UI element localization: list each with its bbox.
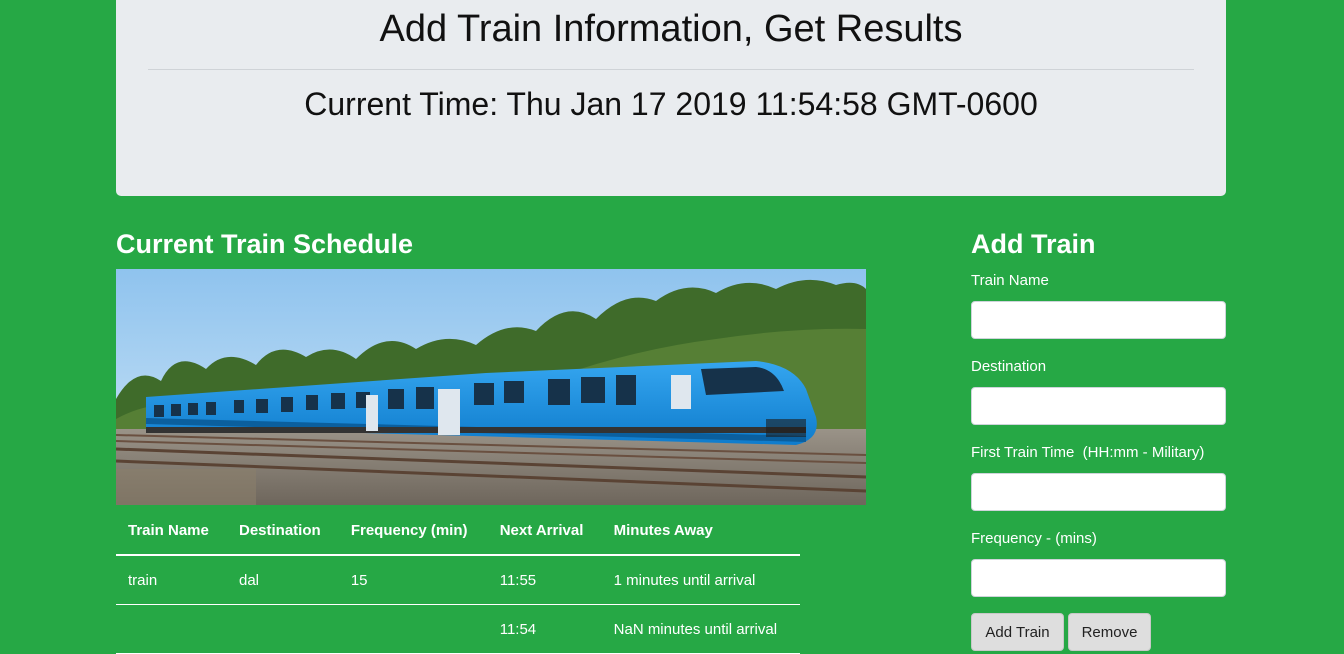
frequency-input[interactable]	[971, 559, 1226, 597]
destination-input[interactable]	[971, 387, 1226, 425]
destination-label: Destination	[971, 358, 1047, 375]
cell-next-arrival: 11:54	[487, 604, 602, 654]
cell-destination	[226, 604, 339, 654]
schedule-title: Current Train Schedule	[116, 229, 414, 259]
frequency-label: Frequency - (mins)	[971, 530, 1097, 547]
cell-frequency: 15	[338, 555, 488, 605]
column-header-frequency: Frequency (min)	[338, 506, 488, 556]
current-time: Current Time: Thu Jan 17 2019 11:54:58 G…	[304, 86, 1038, 122]
train-name-input[interactable]	[971, 301, 1226, 339]
schedule-table: Train Name Destination Frequency (min) N…	[116, 506, 800, 654]
cell-frequency	[338, 604, 488, 654]
column-header-train-name: Train Name	[116, 506, 227, 556]
first-train-time-label: First Train Time (HH:mm - Military)	[971, 444, 1205, 461]
cell-train-name	[116, 604, 227, 654]
cell-destination: dal	[226, 555, 339, 605]
header-jumbotron: Add Train Information, Get Results Curre…	[116, 0, 1226, 196]
train-name-label: Train Name	[971, 272, 1049, 289]
cell-minutes-away: NaN minutes until arrival	[601, 604, 800, 654]
remove-button[interactable]: Remove	[1068, 613, 1151, 651]
column-header-minutes-away: Minutes Away	[601, 506, 800, 556]
table-row: train dal 15 11:55 1 minutes until arriv…	[116, 555, 800, 605]
column-header-destination: Destination	[226, 506, 339, 556]
table-header-row: Train Name Destination Frequency (min) N…	[116, 506, 800, 556]
add-train-button[interactable]: Add Train	[971, 613, 1064, 651]
cell-train-name: train	[116, 555, 227, 605]
add-train-title: Add Train	[971, 229, 1096, 259]
table-row: 11:54 NaN minutes until arrival	[116, 604, 800, 654]
cell-next-arrival: 11:55	[487, 555, 602, 605]
first-train-time-input[interactable]	[971, 473, 1226, 511]
train-photo	[116, 269, 866, 505]
cell-minutes-away: 1 minutes until arrival	[601, 555, 800, 605]
column-header-next-arrival: Next Arrival	[487, 506, 602, 556]
page-title: Add Train Information, Get Results	[379, 8, 963, 50]
header-divider	[148, 69, 1194, 70]
